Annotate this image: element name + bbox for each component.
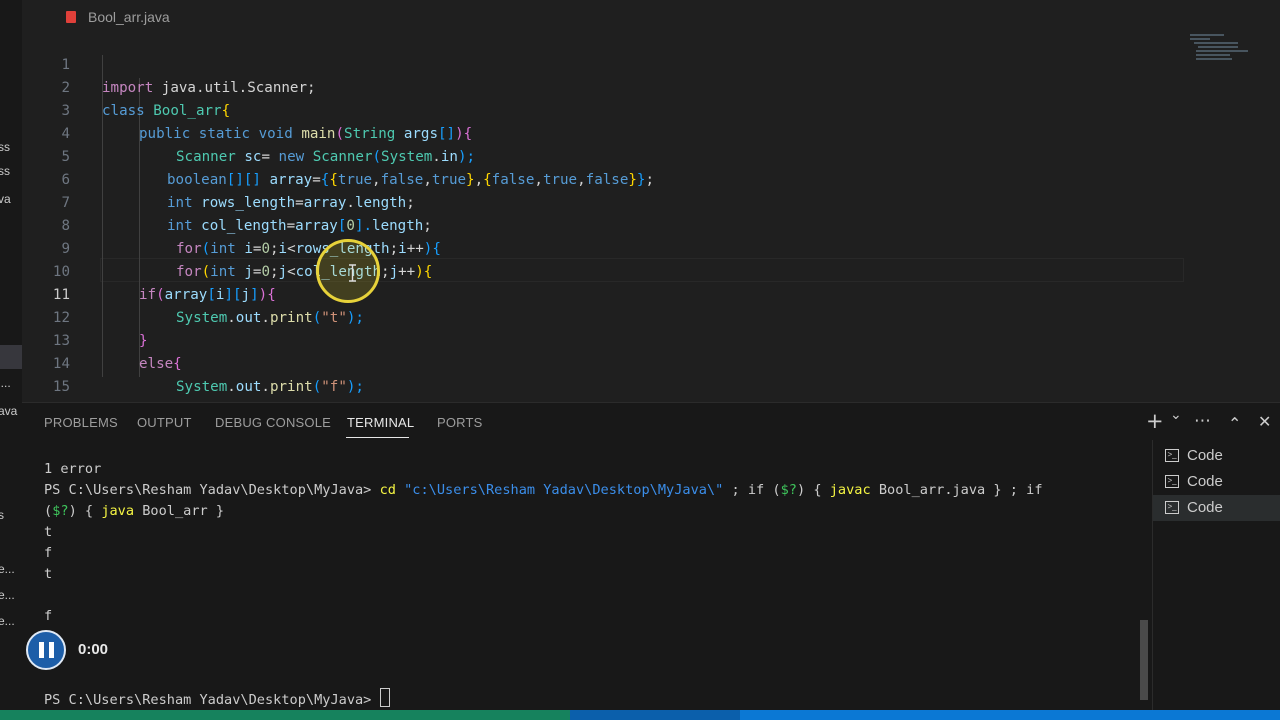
editor-tab[interactable]: Bool_arr.java [22, 0, 1280, 34]
code-line: 9 for(int j=0;j<col_length;j++){ [61, 241, 433, 280]
chevron-down-icon[interactable]: ⌄ [1170, 407, 1182, 423]
code-line: 6 int rows_length=array.length; [61, 172, 415, 211]
active-tab-indicator [346, 437, 409, 438]
code-line: 7 int col_length=array[0].length; [61, 195, 432, 234]
code-line: 12 } [52, 310, 148, 349]
tab-title: Bool_arr.java [88, 9, 170, 25]
terminal-line: t [44, 566, 53, 582]
code-line: 1 import java.util.Scanner; [61, 57, 316, 96]
code-line: 4 Scanner sc= new Scanner(System.in); [61, 126, 476, 165]
terminal-cursor [379, 688, 390, 707]
terminal-prompt: PS C:\Users\Resham Yadav\Desktop\MyJava> [44, 688, 390, 711]
sidebar-item[interactable]: s [0, 508, 4, 522]
code-line: 13 else{ [52, 333, 182, 372]
explorer-sidebar[interactable]: ss ss va l... ava s e... e... e... [0, 0, 23, 710]
terminal-icon: >_ [1165, 475, 1179, 488]
terminal-scrollbar[interactable] [1140, 620, 1148, 700]
sidebar-item[interactable]: ss [0, 140, 10, 154]
terminal-line: ($?) { java Bool_arr } [44, 503, 225, 519]
code-line: 16 } [22, 376, 1182, 441]
sidebar-item[interactable]: e... [0, 562, 15, 576]
terminal-line: f [44, 545, 53, 561]
terminal-icon: >_ [1165, 501, 1179, 514]
status-bar [0, 710, 1280, 720]
code-line: 10 if(array[i][j]){ [52, 264, 276, 303]
terminal-instance-selected[interactable]: >_ Code [1153, 495, 1280, 521]
sidebar-item[interactable]: l... [0, 376, 11, 390]
status-bar-segment[interactable] [570, 710, 740, 720]
tab-debug-console[interactable]: DEBUG CONSOLE [215, 415, 331, 430]
tab-problems[interactable]: PROBLEMS [44, 415, 118, 430]
terminal-instance-list: >_ Code >_ Code >_ Code [1152, 440, 1280, 710]
tab-ports[interactable]: PORTS [437, 415, 483, 430]
terminal-line: PS C:\Users\Resham Yadav\Desktop\MyJava>… [44, 482, 1043, 498]
sidebar-item[interactable]: va [0, 192, 11, 206]
sidebar-item[interactable]: e... [0, 588, 15, 602]
text-cursor-icon [349, 264, 356, 282]
maximize-panel-icon[interactable]: ⌃ [1228, 414, 1241, 433]
code-line: 14 System.out.print("f"); [52, 356, 364, 395]
code-editor[interactable]: 1 import java.util.Scanner; 2 class Bool… [22, 32, 1280, 441]
terminal-output[interactable]: 1 error PS C:\Users\Resham Yadav\Desktop… [22, 460, 1147, 708]
minimap[interactable] [1190, 32, 1250, 72]
sidebar-item[interactable]: e... [0, 614, 15, 628]
terminal-line: t [44, 524, 53, 540]
new-terminal-button[interactable]: + [1146, 409, 1164, 433]
close-icon[interactable]: ✕ [1258, 412, 1271, 431]
terminal-line: 1 error [44, 461, 102, 477]
status-bar-left[interactable] [0, 710, 570, 720]
code-line: 3 public static void main(String args[])… [61, 103, 473, 142]
video-timecode: 0:00 [78, 641, 109, 658]
java-file-icon [66, 11, 76, 23]
pause-button[interactable] [26, 630, 66, 670]
code-line: 15 } [52, 379, 148, 418]
tab-terminal[interactable]: TERMINAL [347, 415, 414, 430]
terminal-line: f [44, 608, 53, 624]
terminal-icon: >_ [1165, 449, 1179, 462]
sidebar-item[interactable]: ava [0, 404, 17, 418]
terminal-instance[interactable]: >_ Code [1153, 443, 1280, 469]
terminal-instance[interactable]: >_ Code [1153, 469, 1280, 495]
code-line-current: 11 System.out.print("t"); [52, 287, 364, 326]
more-actions-icon[interactable]: ⋯ [1194, 411, 1211, 431]
tab-output[interactable]: OUTPUT [137, 415, 192, 430]
code-line: 8 for(int i=0;i<rows_length;i++){ [61, 218, 441, 257]
code-line: 2 class Bool_arr{ [61, 80, 231, 119]
code-line: 5 boolean[][] array={{true,false,true},{… [61, 149, 655, 188]
sidebar-item[interactable]: ss [0, 164, 10, 178]
sidebar-selected-row [0, 345, 22, 369]
